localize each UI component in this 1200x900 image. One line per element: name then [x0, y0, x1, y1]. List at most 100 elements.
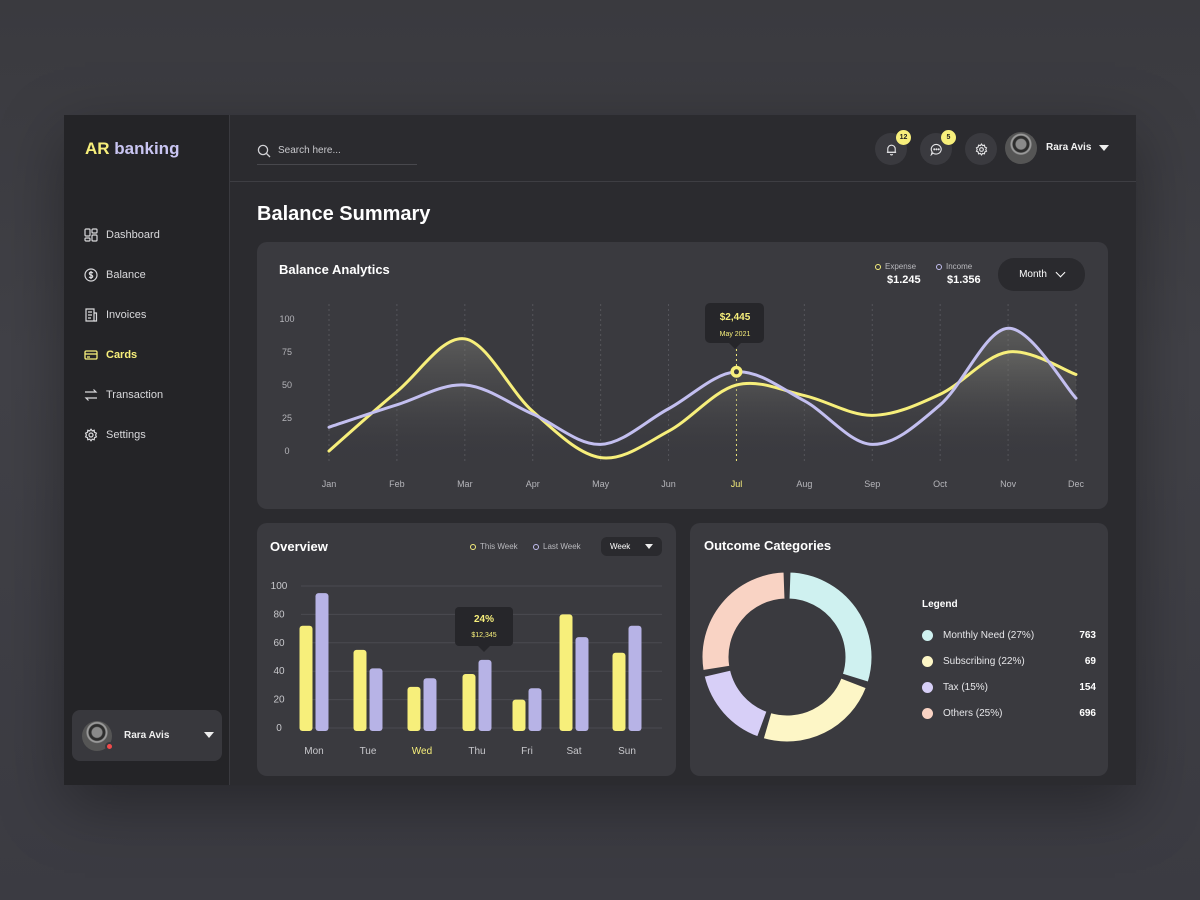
main-content: 12 5 Rara Avis Balance Summary Balance A… [230, 115, 1136, 785]
bell-icon [886, 144, 896, 155]
x-tick-label: Apr [526, 479, 540, 489]
x-tick-label: Sun [618, 746, 636, 757]
legend-label: Others (25%) [943, 707, 1003, 719]
x-tick-label: Dec [1068, 479, 1085, 489]
tooltip-box [455, 607, 513, 646]
app-window: AR banking Dashboard Balance Invoices Ca… [64, 115, 1136, 785]
settings-button[interactable] [965, 133, 997, 165]
bar [575, 637, 589, 731]
x-tick-label: Wed [412, 746, 432, 757]
legend-label: Monthly Need (27%) [943, 629, 1035, 641]
bar [462, 674, 476, 731]
sidebar-item-transaction[interactable]: Transaction [84, 375, 214, 415]
donut-slice [701, 571, 786, 671]
messages-button[interactable]: 5 [920, 130, 956, 165]
x-tick-label: Nov [1000, 479, 1017, 489]
user-name[interactable]: Rara Avis [1046, 142, 1091, 153]
brand-name: banking [109, 139, 180, 158]
x-tick-label: Feb [389, 479, 405, 489]
y-tick-label: 80 [273, 609, 285, 620]
tooltip-arrow [729, 343, 741, 349]
page-title: Balance Summary [257, 203, 431, 225]
outcome-card: Outcome Categories Legend Monthly Need (… [690, 523, 1108, 776]
caret-down-icon[interactable] [204, 732, 214, 738]
sidebar-item-settings[interactable]: Settings [84, 415, 214, 455]
legend-swatch [922, 707, 933, 719]
donut-slice [788, 571, 873, 683]
bar [478, 659, 492, 731]
y-tick-label: 60 [273, 638, 285, 649]
sidebar-item-label: Balance [106, 269, 146, 281]
notifications-button[interactable]: 12 [875, 130, 911, 165]
card-title: Outcome Categories [704, 538, 832, 553]
y-tick-label: 100 [279, 314, 294, 324]
sidebar-item-label: Settings [106, 429, 146, 441]
x-tick-label: Oct [933, 479, 948, 489]
legend-swatch [922, 655, 933, 667]
overview-bar-chart: 0 20 40 60 80 100 Mon Tue Wed Thu Fri Sat Sun 24% $1… [271, 581, 662, 757]
invoice-icon [84, 308, 98, 322]
y-tick-label: 0 [284, 446, 289, 456]
highlight-point-center [733, 369, 739, 375]
x-tick-label: Aug [796, 479, 812, 489]
x-tick-label: Sep [864, 479, 880, 489]
transfer-icon [84, 388, 98, 402]
sidebar-nav: Dashboard Balance Invoices Cards Transac… [84, 215, 214, 455]
sidebar-item-cards[interactable]: Cards [84, 335, 214, 375]
y-tick-label: 50 [282, 380, 292, 390]
caret-down-icon[interactable] [1099, 145, 1109, 151]
legend-label: Tax (15%) [943, 681, 989, 693]
avatar[interactable] [1005, 132, 1037, 164]
notifications-badge: 12 [896, 130, 911, 145]
balance-line-chart: Jan Feb Mar Apr May Jun Jul Aug Sep Oct Nov Dec 0 25 5… [279, 303, 1085, 489]
legend-title: Legend [922, 599, 958, 610]
y-tick-label: 20 [273, 695, 285, 706]
x-tick-label: Sat [566, 746, 581, 757]
sidebar-item-invoices[interactable]: Invoices [84, 295, 214, 335]
x-tick-label: Tue [360, 746, 377, 757]
bar [315, 593, 329, 731]
gear-icon [84, 428, 98, 442]
x-tick-label: Jan [322, 479, 337, 489]
x-tick-label: Mar [457, 479, 473, 489]
donut-slice [703, 669, 768, 738]
y-tick-label: 40 [273, 666, 285, 677]
avatar [82, 720, 114, 751]
balance-analytics-card: Balance Analytics Expense $1.245 Income … [257, 242, 1108, 509]
bar [369, 668, 383, 731]
x-tick-label: May [592, 479, 610, 489]
sidebar-item-label: Invoices [106, 309, 147, 321]
x-tick-label: Jun [661, 479, 676, 489]
profile-name: Rara Avis [124, 730, 170, 741]
bar [612, 652, 626, 731]
legend-value: 696 [1079, 707, 1096, 719]
tooltip-value: $2,445 [720, 312, 751, 323]
legend-item: Monthly Need (27%) 763 [922, 628, 1096, 642]
chat-icon [929, 143, 942, 156]
search-box [257, 137, 417, 165]
topbar: 12 5 Rara Avis [230, 115, 1136, 182]
tooltip-value: $12,345 [471, 632, 496, 639]
sidebar-item-dashboard[interactable]: Dashboard [84, 215, 214, 255]
y-tick-label: 25 [282, 413, 292, 423]
tooltip-pct: 24% [474, 614, 494, 625]
overview-card: Overview This Week Last Week Week 0 20 40 6… [257, 523, 676, 776]
x-tick-label: Jul [731, 479, 743, 489]
legend-label: Subscribing (22%) [943, 655, 1025, 667]
y-tick-label: 0 [276, 723, 282, 734]
legend-swatch [922, 629, 933, 641]
bar [423, 678, 437, 731]
brand-logo[interactable]: AR banking [85, 139, 179, 159]
sidebar: AR banking Dashboard Balance Invoices Ca… [64, 115, 230, 785]
dollar-icon [84, 268, 98, 282]
brand-prefix: AR [85, 139, 110, 158]
legend-value: 69 [1084, 655, 1096, 667]
legend-value: 154 [1079, 681, 1096, 693]
sidebar-item-balance[interactable]: Balance [84, 255, 214, 295]
search-icon [257, 144, 271, 157]
legend-swatch [922, 681, 933, 693]
sidebar-profile[interactable]: Rara Avis [72, 710, 222, 761]
gear-icon [975, 142, 987, 156]
bar [628, 625, 642, 731]
search-input[interactable] [278, 145, 408, 156]
